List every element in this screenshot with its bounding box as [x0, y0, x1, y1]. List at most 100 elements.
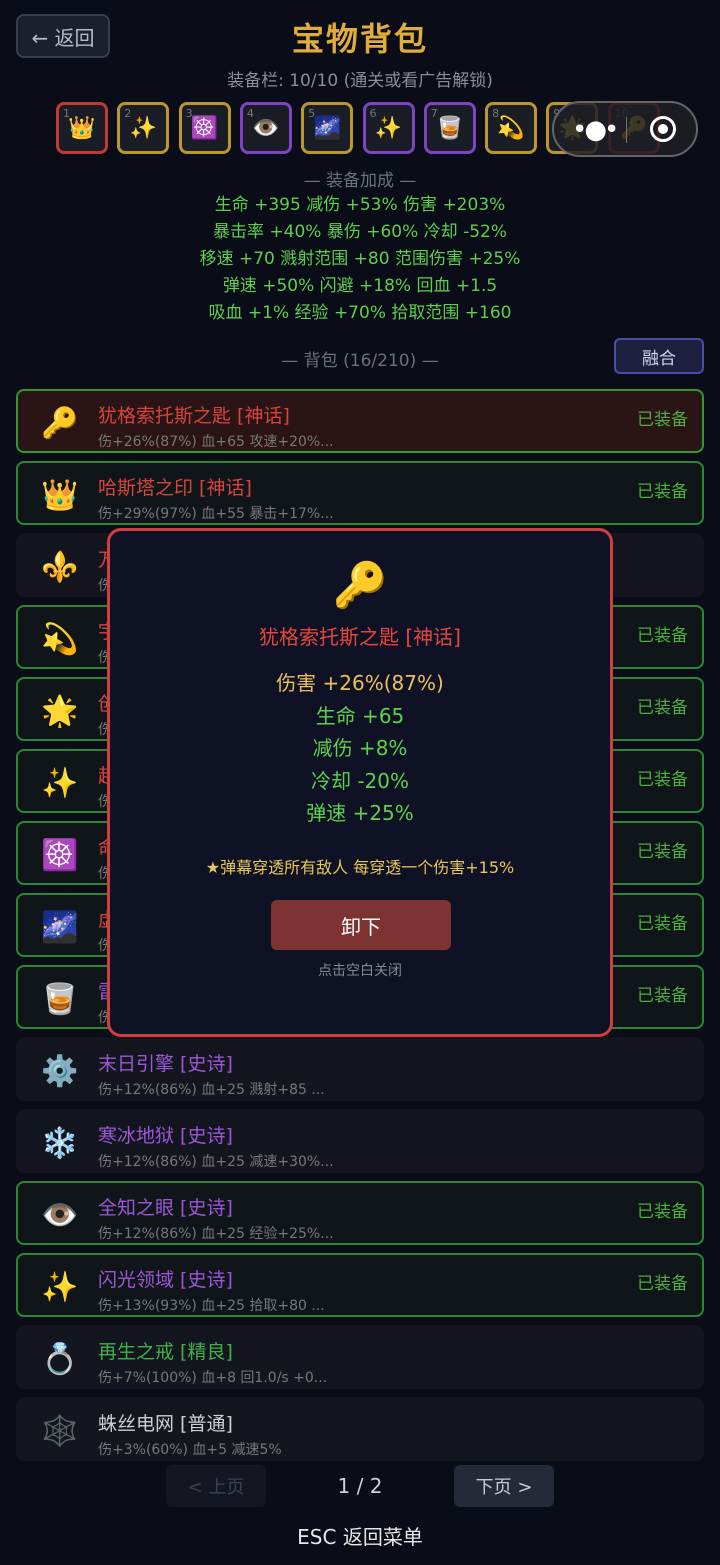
item-icon: 🌌 — [41, 909, 79, 945]
list-item[interactable]: ✨ 闪光领域 [史诗] 伤+13%(93%) 血+25 拾取+80 ... 已装备 — [16, 1253, 704, 1317]
slot-number: 7 — [430, 107, 438, 120]
equipped-badge: 已装备 — [637, 914, 688, 934]
bonus-line: 生命 +395 减伤 +53% 伤害 +203% — [214, 195, 506, 215]
slot-number: 5 — [308, 107, 316, 120]
mini-program-capsule: •●• — [552, 101, 698, 157]
item-icon: 🌟 — [41, 693, 79, 729]
equip-slot[interactable]: 8 💫 — [485, 102, 538, 154]
slot-number: 6 — [369, 107, 377, 120]
equipped-badge: 已装备 — [637, 1274, 688, 1294]
equipped-badge: 已装备 — [637, 698, 688, 718]
list-item[interactable]: 🔑 犹格索托斯之匙 [神话] 伤+26%(87%) 血+65 攻速+20%... 已装… — [16, 389, 704, 453]
equip-slot[interactable]: 3 ☸️ — [178, 102, 231, 154]
prev-page-button[interactable]: < 上页 — [166, 1465, 266, 1507]
item-icon: ❄️ — [41, 1125, 79, 1161]
slot-item-icon: 👁️ — [252, 115, 280, 141]
item-desc: 伤+12%(86%) 血+25 溅射+85 ... — [98, 1082, 325, 1098]
slot-item-icon: 💫 — [497, 115, 525, 141]
item-icon: ☸️ — [41, 837, 79, 873]
bonus-line: 弹速 +50% 闪避 +18% 回血 +1.5 — [222, 276, 498, 296]
bonus-lines: 生命 +395 减伤 +53% 伤害 +203% 暴击率 +40% 暴伤 +60%… — [0, 192, 720, 327]
bonus-line: 移速 +70 溅射范围 +80 范围伤害 +25% — [199, 249, 521, 269]
modal-stat: 弹速 +25% — [306, 801, 414, 825]
modal-stat: 减伤 +8% — [312, 736, 408, 760]
item-name: 末日引擎 [史诗] — [98, 1053, 233, 1075]
item-detail-modal: 🔑 犹格索托斯之匙 [神话] 伤害 +26%(87%) 生命 +65 减伤 +8% 冷… — [107, 528, 613, 1037]
equip-slot[interactable]: 4 👁️ — [239, 102, 292, 154]
modal-item-name: 犹格索托斯之匙 [神话] — [259, 625, 461, 649]
unequip-button[interactable]: 卸下 — [271, 900, 451, 950]
item-desc: 伤+29%(97%) 血+55 暴击+17%... — [98, 506, 334, 522]
slot-info: 装备栏: 10/10 (通关或看广告解锁) — [227, 71, 493, 91]
slot-number: 3 — [185, 107, 193, 120]
page-indicator: 1 / 2 — [337, 1474, 383, 1498]
item-name: 犹格索托斯之匙 [神话] — [98, 405, 290, 427]
equip-slot[interactable]: 7 🥃 — [423, 102, 476, 154]
item-icon: 🕸️ — [41, 1413, 79, 1449]
esc-hint[interactable]: ESC 返回菜单 — [0, 1521, 720, 1550]
item-desc: 伤+7%(100%) 血+8 回1.0/s +0... — [98, 1370, 328, 1386]
list-item[interactable]: 👑 哈斯塔之印 [神话] 伤+29%(97%) 血+55 暴击+17%... 已装备 — [16, 461, 704, 525]
item-icon: 👑 — [41, 477, 79, 513]
item-desc: 伤+13%(93%) 血+25 拾取+80 ... — [98, 1298, 325, 1314]
item-icon: 💫 — [41, 621, 79, 657]
item-name: 再生之戒 [精良] — [98, 1341, 233, 1363]
equipped-badge: 已装备 — [637, 482, 688, 502]
equipped-badge: 已装备 — [637, 986, 688, 1006]
equipped-badge: 已装备 — [637, 842, 688, 862]
modal-stat: 伤害 +26%(87%) — [276, 671, 444, 695]
slot-item-icon: 👑 — [68, 115, 96, 141]
page-title: 宝物背包 — [291, 20, 428, 58]
slot-number: 1 — [63, 107, 70, 120]
slot-item-icon: ✨ — [374, 115, 403, 141]
item-icon: ✨ — [41, 765, 79, 801]
item-icon: ✨ — [41, 1269, 79, 1305]
modal-stat: 生命 +65 — [315, 703, 405, 728]
slot-number: 2 — [124, 107, 132, 120]
equip-slot[interactable]: 2 ✨ — [117, 102, 170, 154]
capsule-divider — [626, 117, 627, 143]
item-icon: ⚙️ — [41, 1053, 79, 1089]
bonus-title: — 装备加成 — — [303, 171, 417, 191]
slot-item-icon: 🥃 — [436, 115, 464, 141]
equip-slot[interactable]: 1 👑 — [56, 102, 108, 154]
list-item[interactable]: ⚙️ 末日引擎 [史诗] 伤+12%(86%) 血+25 溅射+85 ... — [16, 1037, 704, 1101]
item-name: 闪光领域 [史诗] — [98, 1269, 233, 1291]
item-icon: 🥃 — [41, 981, 79, 1017]
item-desc: 伤+12%(86%) 血+25 经验+25%... — [98, 1226, 334, 1242]
item-desc: 伤+3%(60%) 血+5 减速5% — [98, 1442, 282, 1458]
bag-title: — 背包 (16/210) — — [281, 351, 439, 371]
next-page-button[interactable]: 下页 > — [454, 1465, 554, 1507]
item-desc: 伤+12%(86%) 血+25 减速+30%... — [98, 1154, 334, 1170]
slot-item-icon: ✨ — [129, 115, 157, 141]
item-name: 哈斯塔之印 [神话] — [98, 477, 252, 499]
equipped-badge: 已装备 — [637, 626, 688, 646]
item-name: 寒冰地狱 [史诗] — [98, 1125, 233, 1147]
slot-number: 8 — [492, 107, 500, 120]
equipped-badge: 已装备 — [637, 1202, 688, 1222]
slot-number: 4 — [246, 107, 254, 120]
item-icon: ⚜️ — [41, 549, 79, 585]
item-icon: 💍 — [41, 1341, 79, 1377]
equipped-badge: 已装备 — [637, 410, 688, 430]
modal-stat: 冷却 -20% — [310, 768, 410, 793]
list-item[interactable]: 🕸️ 蛛丝电网 [普通] 伤+3%(60%) 血+5 减速5% — [16, 1397, 704, 1461]
equip-slot[interactable]: 5 🌌 — [301, 102, 354, 154]
equipped-badge: 已装备 — [637, 770, 688, 790]
slot-item-icon: 🌌 — [313, 115, 341, 141]
close-target-icon[interactable] — [650, 116, 676, 142]
equip-slot[interactable]: 6 ✨ — [362, 102, 415, 154]
list-item[interactable]: 👁️ 全知之眼 [史诗] 伤+12%(86%) 血+25 经验+25%... 已装备 — [16, 1181, 704, 1245]
item-icon: 👁️ — [41, 1197, 79, 1233]
more-icon[interactable]: •●• — [572, 115, 619, 145]
list-item[interactable]: ❄️ 寒冰地狱 [史诗] 伤+12%(86%) 血+25 减速+30%... — [16, 1109, 704, 1173]
item-desc: 伤+26%(87%) 血+65 攻速+20%... — [98, 434, 334, 450]
close-hint: 点击空白关闭 — [318, 963, 402, 979]
bonus-line: 暴击率 +40% 暴伤 +60% 冷却 -52% — [213, 222, 507, 242]
item-name: 全知之眼 [史诗] — [98, 1197, 233, 1219]
fuse-button[interactable]: 融合 — [614, 338, 704, 374]
list-item[interactable]: 💍 再生之戒 [精良] 伤+7%(100%) 血+8 回1.0/s +0... — [16, 1325, 704, 1389]
slot-item-icon: ☸️ — [190, 115, 219, 141]
special-effect: ★弹幕穿透所有敌人 每穿透一个伤害+15% — [205, 858, 515, 877]
item-name: 蛛丝电网 [普通] — [98, 1413, 233, 1435]
